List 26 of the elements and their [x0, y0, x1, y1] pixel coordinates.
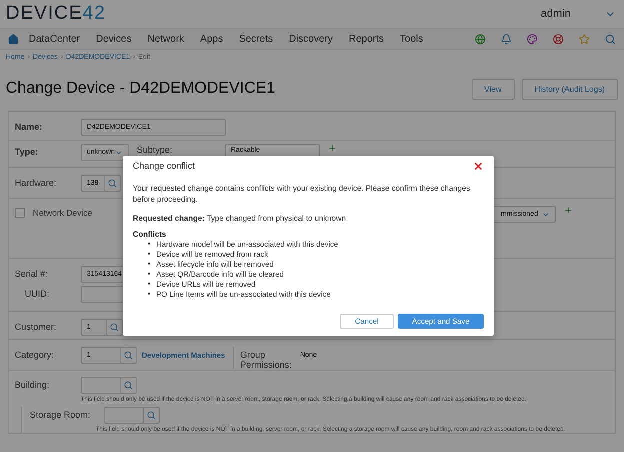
field-label: Group Permissions: [240, 349, 290, 369]
field-label: Serial #: [15, 268, 50, 281]
nav-item[interactable]: Discovery [283, 34, 340, 44]
logo[interactable]: DEVICE42 [6, 3, 106, 25]
user-name[interactable]: admin [541, 8, 571, 20]
nav-item[interactable]: DataCenter [23, 34, 86, 44]
nav-item[interactable]: Apps [194, 34, 230, 44]
nav-item[interactable]: Devices [90, 34, 138, 44]
field-label: Customer: [15, 321, 58, 332]
nav-item[interactable]: Tools [394, 34, 430, 44]
field-label: Category: [15, 349, 56, 360]
nav-item[interactable]: Secrets [233, 34, 280, 44]
nav-item[interactable]: Network [142, 34, 190, 44]
field-label: Hardware: [15, 177, 58, 188]
field-label: UUID: [25, 288, 50, 301]
field-label: Type: [15, 146, 40, 157]
field-label: Subtype: [137, 144, 174, 155]
page-button[interactable]: View [472, 78, 515, 100]
checkbox-label: Network Device [33, 208, 93, 218]
field-label: Building: [15, 379, 51, 392]
page-button[interactable]: History (Audit Logs) [522, 78, 618, 100]
dialog-title: Change conflict [133, 161, 196, 171]
page-title: Change Device - D42DEMODEVICE1 [6, 80, 276, 98]
field-label: Name: [15, 121, 44, 132]
nav-item[interactable]: Reports [343, 34, 390, 44]
field-label: Storage Room: [30, 409, 92, 422]
